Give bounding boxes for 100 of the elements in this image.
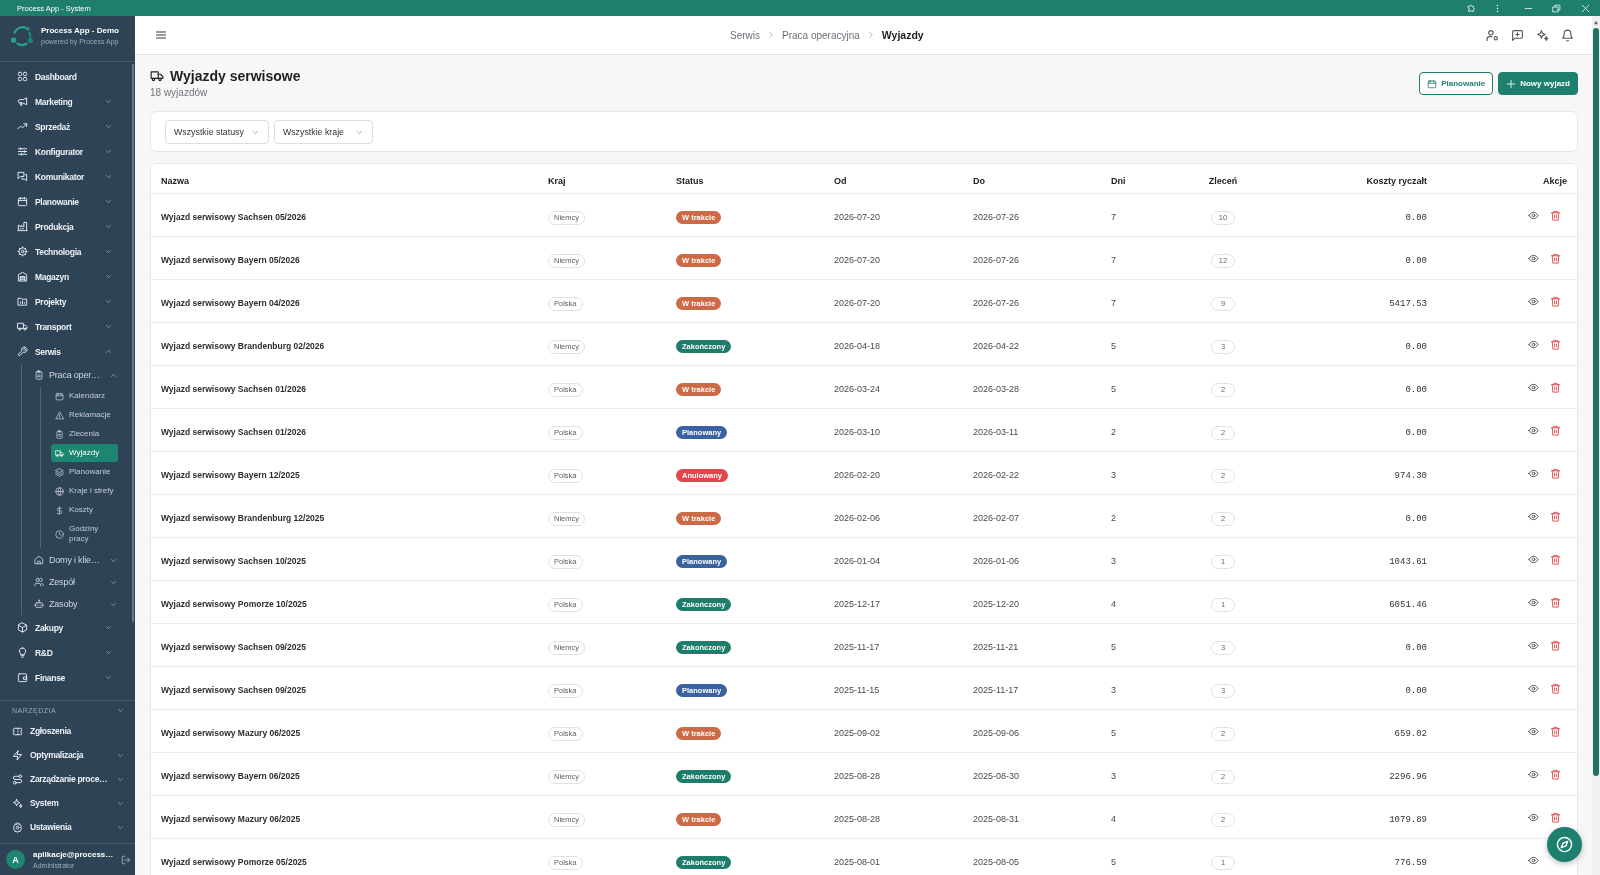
nav-item[interactable]: Kalendarz [51,387,118,405]
table-cell: Wyjazd serwisowy Bayern 04/2026 [161,298,300,308]
eye-icon[interactable] [1528,682,1539,694]
trash-icon[interactable] [1550,381,1561,393]
breadcrumb-link[interactable]: Serwis [730,29,760,41]
nav-item[interactable]: Konfigurator [0,139,132,164]
eye-icon[interactable] [1528,424,1539,436]
app-name: Process App - Demo [41,26,119,36]
trash-icon[interactable] [1550,639,1561,651]
column-header: Zleceń [1208,175,1238,186]
settings-icon [12,821,23,833]
table-cell: 5 [1111,642,1116,652]
nav-item[interactable]: R&D [0,640,132,665]
trash-icon[interactable] [1550,510,1561,522]
message-plus-icon[interactable] [1510,28,1524,42]
nav-item[interactable]: Magazyn [0,264,132,289]
logout-icon[interactable] [121,854,132,865]
sparkle-icon [12,797,23,809]
restore-icon[interactable] [1551,3,1561,13]
bell-icon[interactable] [1560,28,1574,42]
truck-icon [17,321,28,332]
scrollbar-thumb[interactable] [1593,28,1599,776]
eye-icon[interactable] [1528,854,1539,866]
nav-item[interactable]: Optymalizacja [0,743,135,767]
trash-icon[interactable] [1550,424,1561,436]
scrollbar-thumb[interactable] [132,64,134,622]
nav-item[interactable]: Godziny pracy [51,520,118,548]
globe-icon [55,486,64,496]
nav-item[interactable]: Zgłoszenia [0,719,135,743]
filter-dropdown[interactable]: Wszystkie statusy [165,120,269,144]
nav-item[interactable]: Marketing [0,89,132,114]
nav-item[interactable]: Zespół [22,571,132,593]
trash-icon[interactable] [1550,553,1561,565]
eye-icon[interactable] [1528,553,1539,565]
nav-item[interactable]: Koszty [51,501,118,519]
table-cell: 2026-03-10 [834,427,881,437]
nav-item[interactable]: Transport [0,314,132,339]
nav-item[interactable]: Technologia [0,239,132,264]
nav-item[interactable]: Planowanie [51,463,118,481]
eye-icon[interactable] [1528,295,1539,307]
trash-icon[interactable] [1550,252,1561,264]
eye-icon[interactable] [1528,725,1539,737]
close-icon[interactable] [1580,3,1590,13]
table-cell: 2025-08-28 [834,771,881,781]
eye-icon[interactable] [1528,209,1539,221]
nav-item[interactable]: System [0,791,135,815]
nav-item[interactable]: Zakupy [0,615,132,640]
table-cell: Wyjazd serwisowy Pomorze 05/2025 [161,857,307,867]
nav-item[interactable]: Domy i klie… [22,549,132,571]
eye-icon[interactable] [1528,639,1539,651]
trash-icon[interactable] [1550,596,1561,608]
filter-dropdown[interactable]: Wszystkie kraje [273,120,373,144]
trend-line-icon [17,121,28,132]
nav-item[interactable]: Projekty [0,289,132,314]
nav-item[interactable]: Zasoby [22,593,132,615]
table-cell: 2026-04-22 [973,341,1020,351]
puzzle-icon[interactable] [1466,3,1476,13]
nav-item[interactable]: Wyjazdy [51,444,118,462]
scroll-up-icon[interactable] [1593,20,1599,25]
chat-bubbles-icon [17,171,28,182]
eye-icon[interactable] [1528,596,1539,608]
primary-button[interactable]: Nowy wyjazd [1498,72,1578,95]
nav-item[interactable]: Praca oper… [22,364,132,386]
trash-icon[interactable] [1550,682,1561,694]
nav-item[interactable]: Zarządzanie proce… [0,767,135,791]
eye-icon[interactable] [1528,381,1539,393]
page-subtitle: 18 wyjazdów [150,86,209,100]
trash-icon[interactable] [1550,338,1561,350]
outline-button[interactable]: Planowanie [1419,72,1494,95]
nav-item[interactable]: Serwis [0,339,132,364]
table-cell: 5 [1111,728,1116,738]
column-header: Dni [1111,175,1126,186]
eye-icon[interactable] [1528,768,1539,780]
trash-icon[interactable] [1550,811,1561,823]
table-cell: 2026-03-11 [973,427,1019,437]
trash-icon[interactable] [1550,725,1561,737]
user-icon[interactable] [1485,28,1499,42]
nav-item[interactable]: Zlecenia [51,425,118,443]
nav-item[interactable]: Planowanie [0,189,132,214]
sparkle-icon[interactable] [1535,28,1549,42]
nav-item[interactable]: Sprzedaż [0,114,132,139]
eye-icon[interactable] [1528,811,1539,823]
trash-icon[interactable] [1550,467,1561,479]
nav-item[interactable]: Reklamacje [51,406,118,424]
trash-icon[interactable] [1550,209,1561,221]
eye-icon[interactable] [1528,467,1539,479]
eye-icon[interactable] [1528,510,1539,522]
nav-item[interactable]: Produkcja [0,214,132,239]
nav-item[interactable]: Dashboard [0,64,132,89]
trash-icon[interactable] [1550,295,1561,307]
eye-icon[interactable] [1528,252,1539,264]
nav-item[interactable]: Komunikator [0,164,132,189]
breadcrumb-link[interactable]: Praca operacyjna [782,29,860,41]
eye-icon[interactable] [1528,338,1539,350]
nav-item[interactable]: Kraje i strefy [51,482,118,500]
nav-item[interactable]: Finanse [0,665,132,690]
trash-icon[interactable] [1550,768,1561,780]
column-header: Koszty ryczałt [1366,175,1427,186]
nav-item[interactable]: Ustawienia [0,815,135,839]
menu-icon[interactable] [155,29,167,41]
